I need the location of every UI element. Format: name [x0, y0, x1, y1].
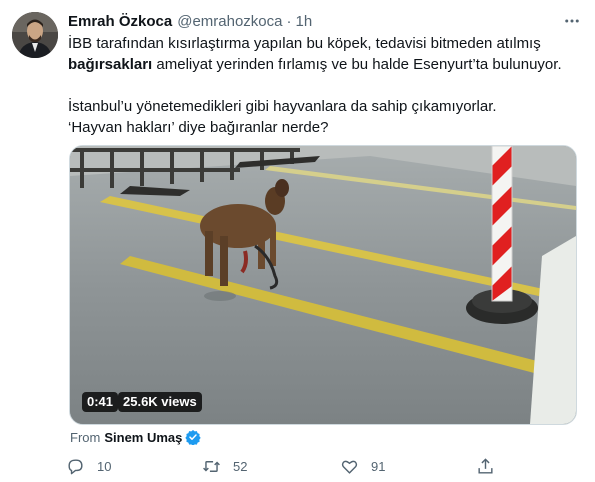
- share-icon: [478, 457, 493, 474]
- tweet-text-line-1: İBB tarafından kısırlaştırma yapılan bu …: [68, 35, 541, 52]
- retweet-icon: [203, 460, 220, 472]
- like-count: 91: [371, 458, 386, 474]
- verified-icon: [185, 430, 202, 445]
- video-attribution: From Sinem Umaş: [70, 428, 202, 446]
- tweet-text-line-2: bağırsakları ameliyat yerinden fırlamış …: [68, 54, 583, 75]
- tweet-header: Emrah Özkoca @emrahozkoca · 1h: [68, 11, 583, 31]
- video-duration-badge: 0:41: [82, 392, 119, 412]
- tweet: Emrah Özkoca @emrahozkoca · 1h İBB taraf…: [0, 0, 595, 482]
- share-button[interactable]: [476, 455, 495, 477]
- retweet-count: 52: [233, 458, 248, 474]
- attribution-prefix: From: [70, 429, 101, 445]
- separator-dot: ·: [286, 12, 292, 30]
- tweet-text-bold: bağırsakları: [68, 56, 153, 73]
- reply-icon: [68, 458, 83, 474]
- author-handle[interactable]: @emrahozkoca: [177, 13, 282, 30]
- tweet-text-line-2-rest: ameliyat yerinden fırlamış ve bu halde E…: [152, 56, 562, 73]
- retweet-button[interactable]: 52: [202, 455, 247, 477]
- reply-button[interactable]: 10: [66, 455, 111, 477]
- timestamp[interactable]: 1h: [296, 13, 313, 30]
- video-frame: [70, 146, 576, 424]
- video-views-badge: 25.6K views: [118, 392, 202, 412]
- avatar[interactable]: [12, 12, 58, 58]
- video-player[interactable]: 0:41 25.6K views: [69, 145, 577, 425]
- tweet-text: İBB tarafından kısırlaştırma yapılan bu …: [68, 33, 583, 138]
- author-name[interactable]: Emrah Özkoca: [68, 13, 172, 30]
- reply-count: 10: [97, 458, 112, 474]
- like-button[interactable]: 91: [340, 455, 385, 477]
- attribution-source-link[interactable]: Sinem Umaş: [104, 430, 182, 445]
- tweet-text-line-4: ‘Hayvan hakları’ diye bağıranlar nerde?: [68, 119, 329, 136]
- more-icon[interactable]: [561, 11, 583, 31]
- like-icon: [341, 460, 358, 474]
- tweet-text-line-3: İstanbul’u yönetemedikleri gibi hayvanla…: [68, 98, 497, 115]
